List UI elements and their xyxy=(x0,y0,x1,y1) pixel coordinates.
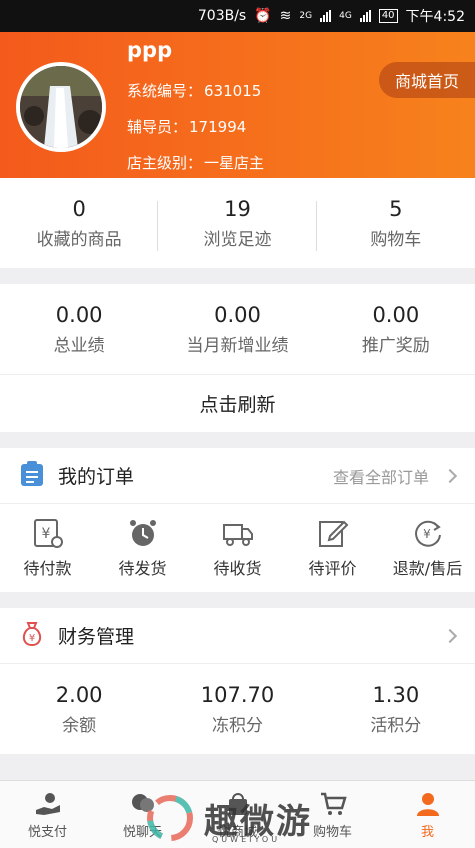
total-performance: 0.00 总业绩 xyxy=(0,303,158,356)
signal-bars-icon xyxy=(320,10,332,22)
finance-title: 财务管理 xyxy=(58,626,135,648)
history-label: 浏览足迹 xyxy=(203,229,272,250)
system-number-label: 系统编号： xyxy=(127,82,203,100)
clipboard-icon xyxy=(20,460,44,491)
svg-text:¥: ¥ xyxy=(423,527,431,541)
user-stats: 0 收藏的商品 19 浏览足迹 5 购物车 xyxy=(0,178,475,268)
mentor-label: 辅导员： xyxy=(127,118,188,136)
yen-bill-icon: ¥ xyxy=(33,519,63,548)
active-points-value: 1.30 xyxy=(372,682,420,707)
order-pending-review-label: 待评价 xyxy=(308,559,357,578)
clock: 下午4:52 xyxy=(405,9,465,25)
order-refund-label: 退款/售后 xyxy=(392,559,463,578)
username: ppp xyxy=(127,38,173,62)
truck-icon xyxy=(222,524,253,546)
frozen-points-label: 冻积分 xyxy=(211,715,263,736)
active-points-label: 活积分 xyxy=(370,715,422,736)
favorites-stat[interactable]: 0 收藏的商品 xyxy=(0,196,159,251)
hand-coins-icon xyxy=(35,792,60,815)
promotion-reward-value: 0.00 xyxy=(372,302,420,327)
system-number-value: 631015 xyxy=(204,82,262,100)
active-points[interactable]: 1.30 活积分 xyxy=(317,683,475,736)
finance-card: ¥ 财务管理 2.00 余额 107.70 冻积分 1.30 活积分 xyxy=(0,608,475,754)
signal-bars-icon xyxy=(359,10,371,22)
view-all-orders[interactable]: 查看全部订单 xyxy=(333,464,429,488)
shop-level-value: 一星店主 xyxy=(204,154,265,172)
divider xyxy=(0,432,475,448)
favorites-label: 收藏的商品 xyxy=(36,229,122,250)
network-speed: 703B/s xyxy=(197,8,247,24)
wifi-icon: ≋ xyxy=(279,8,292,24)
alarm-icon: ⏰ xyxy=(254,8,272,24)
tab-cart-label: 购物车 xyxy=(312,824,352,840)
orders-header[interactable]: 我的订单 查看全部订单 xyxy=(0,448,475,504)
balance-label: 余额 xyxy=(62,715,97,736)
order-pending-shipment-label: 待发货 xyxy=(118,559,167,578)
watermark-logo-icon xyxy=(147,795,193,841)
tab-me[interactable]: 我 xyxy=(380,781,475,848)
refund-icon: ¥ xyxy=(414,520,441,547)
history-count: 19 xyxy=(224,196,251,221)
avatar[interactable] xyxy=(16,62,106,152)
order-pending-payment[interactable]: ¥ 待付款 xyxy=(0,517,95,579)
divider xyxy=(0,592,475,608)
order-pending-shipment[interactable]: 待发货 xyxy=(95,517,190,579)
monthly-performance-value: 0.00 xyxy=(214,302,261,327)
chevron-right-icon xyxy=(442,468,458,483)
system-number: 系统编号： 631015 xyxy=(127,80,261,101)
cart-label: 购物车 xyxy=(370,229,422,250)
orders-card: 我的订单 查看全部订单 ¥ 待付款 待发货 待收货 待评价 ¥ 退款/售后 xyxy=(0,448,475,592)
order-pending-payment-label: 待付款 xyxy=(23,559,72,578)
balance-value: 2.00 xyxy=(55,682,103,707)
finance-header[interactable]: ¥ 财务管理 xyxy=(0,608,475,664)
history-stat[interactable]: 19 浏览足迹 xyxy=(158,196,317,251)
store-home-button[interactable]: 商城首页 xyxy=(379,62,475,98)
tab-me-label: 我 xyxy=(420,824,434,840)
signal-4g: 4G xyxy=(339,11,352,21)
balance[interactable]: 2.00 余额 xyxy=(0,683,158,736)
cart-icon xyxy=(320,792,347,815)
frozen-points-value: 107.70 xyxy=(200,682,275,707)
chevron-right-icon xyxy=(442,628,458,643)
promotion-reward: 0.00 推广奖励 xyxy=(317,303,475,356)
total-performance-label: 总业绩 xyxy=(53,335,105,356)
profile-header: ppp 系统编号： 631015 辅导员： 171994 店主级别： 一星店主 商城首… xyxy=(0,32,475,178)
battery-icon: 40 xyxy=(378,9,398,23)
order-pending-receipt-label: 待收货 xyxy=(213,559,262,578)
signal-2g: 2G xyxy=(299,11,313,21)
favorites-count: 0 xyxy=(72,196,86,221)
performance-card: 0.00 总业绩 0.00 当月新增业绩 0.00 推广奖励 点击刷新 xyxy=(0,284,475,432)
status-bar: 703B/s ⏰ ≋ 2G 4G 40 下午4:52 xyxy=(0,0,475,32)
monthly-performance: 0.00 当月新增业绩 xyxy=(158,303,316,356)
order-refund[interactable]: ¥ 退款/售后 xyxy=(380,517,475,579)
shop-level-label: 店主级别： xyxy=(127,154,203,172)
order-pending-review[interactable]: 待评价 xyxy=(285,517,380,579)
cart-stat[interactable]: 5 购物车 xyxy=(317,197,475,250)
svg-text:¥: ¥ xyxy=(41,526,50,542)
refresh-button[interactable]: 点击刷新 xyxy=(0,374,475,432)
watermark-subtext: QUWEIYOU xyxy=(212,835,281,844)
mentor-value: 171994 xyxy=(189,118,247,136)
tab-pay-label: 悦支付 xyxy=(27,824,67,840)
promotion-reward-label: 推广奖励 xyxy=(361,335,430,356)
pencil-edit-icon xyxy=(318,520,348,547)
order-pending-receipt[interactable]: 待收货 xyxy=(190,517,285,579)
divider xyxy=(0,268,475,284)
user-icon xyxy=(416,792,439,816)
mentor: 辅导员： 171994 xyxy=(127,116,246,137)
order-status-row: ¥ 待付款 待发货 待收货 待评价 ¥ 退款/售后 xyxy=(0,504,475,592)
performance-stats: 0.00 总业绩 0.00 当月新增业绩 0.00 推广奖励 xyxy=(0,284,475,374)
frozen-points[interactable]: 107.70 冻积分 xyxy=(158,683,316,736)
cart-count: 5 xyxy=(389,196,403,221)
svg-text:¥: ¥ xyxy=(29,633,35,644)
money-bag-icon: ¥ xyxy=(20,621,44,651)
watermark: 趣微游 QUWEIYOU xyxy=(142,790,312,846)
finance-stats: 2.00 余额 107.70 冻积分 1.30 活积分 xyxy=(0,664,475,754)
orders-title: 我的订单 xyxy=(58,466,135,488)
tab-pay[interactable]: 悦支付 xyxy=(0,781,95,848)
shop-level: 店主级别： 一星店主 xyxy=(127,152,264,173)
total-performance-value: 0.00 xyxy=(55,302,103,327)
alarm-clock-icon xyxy=(129,520,156,546)
monthly-performance-label: 当月新增业绩 xyxy=(186,335,289,356)
